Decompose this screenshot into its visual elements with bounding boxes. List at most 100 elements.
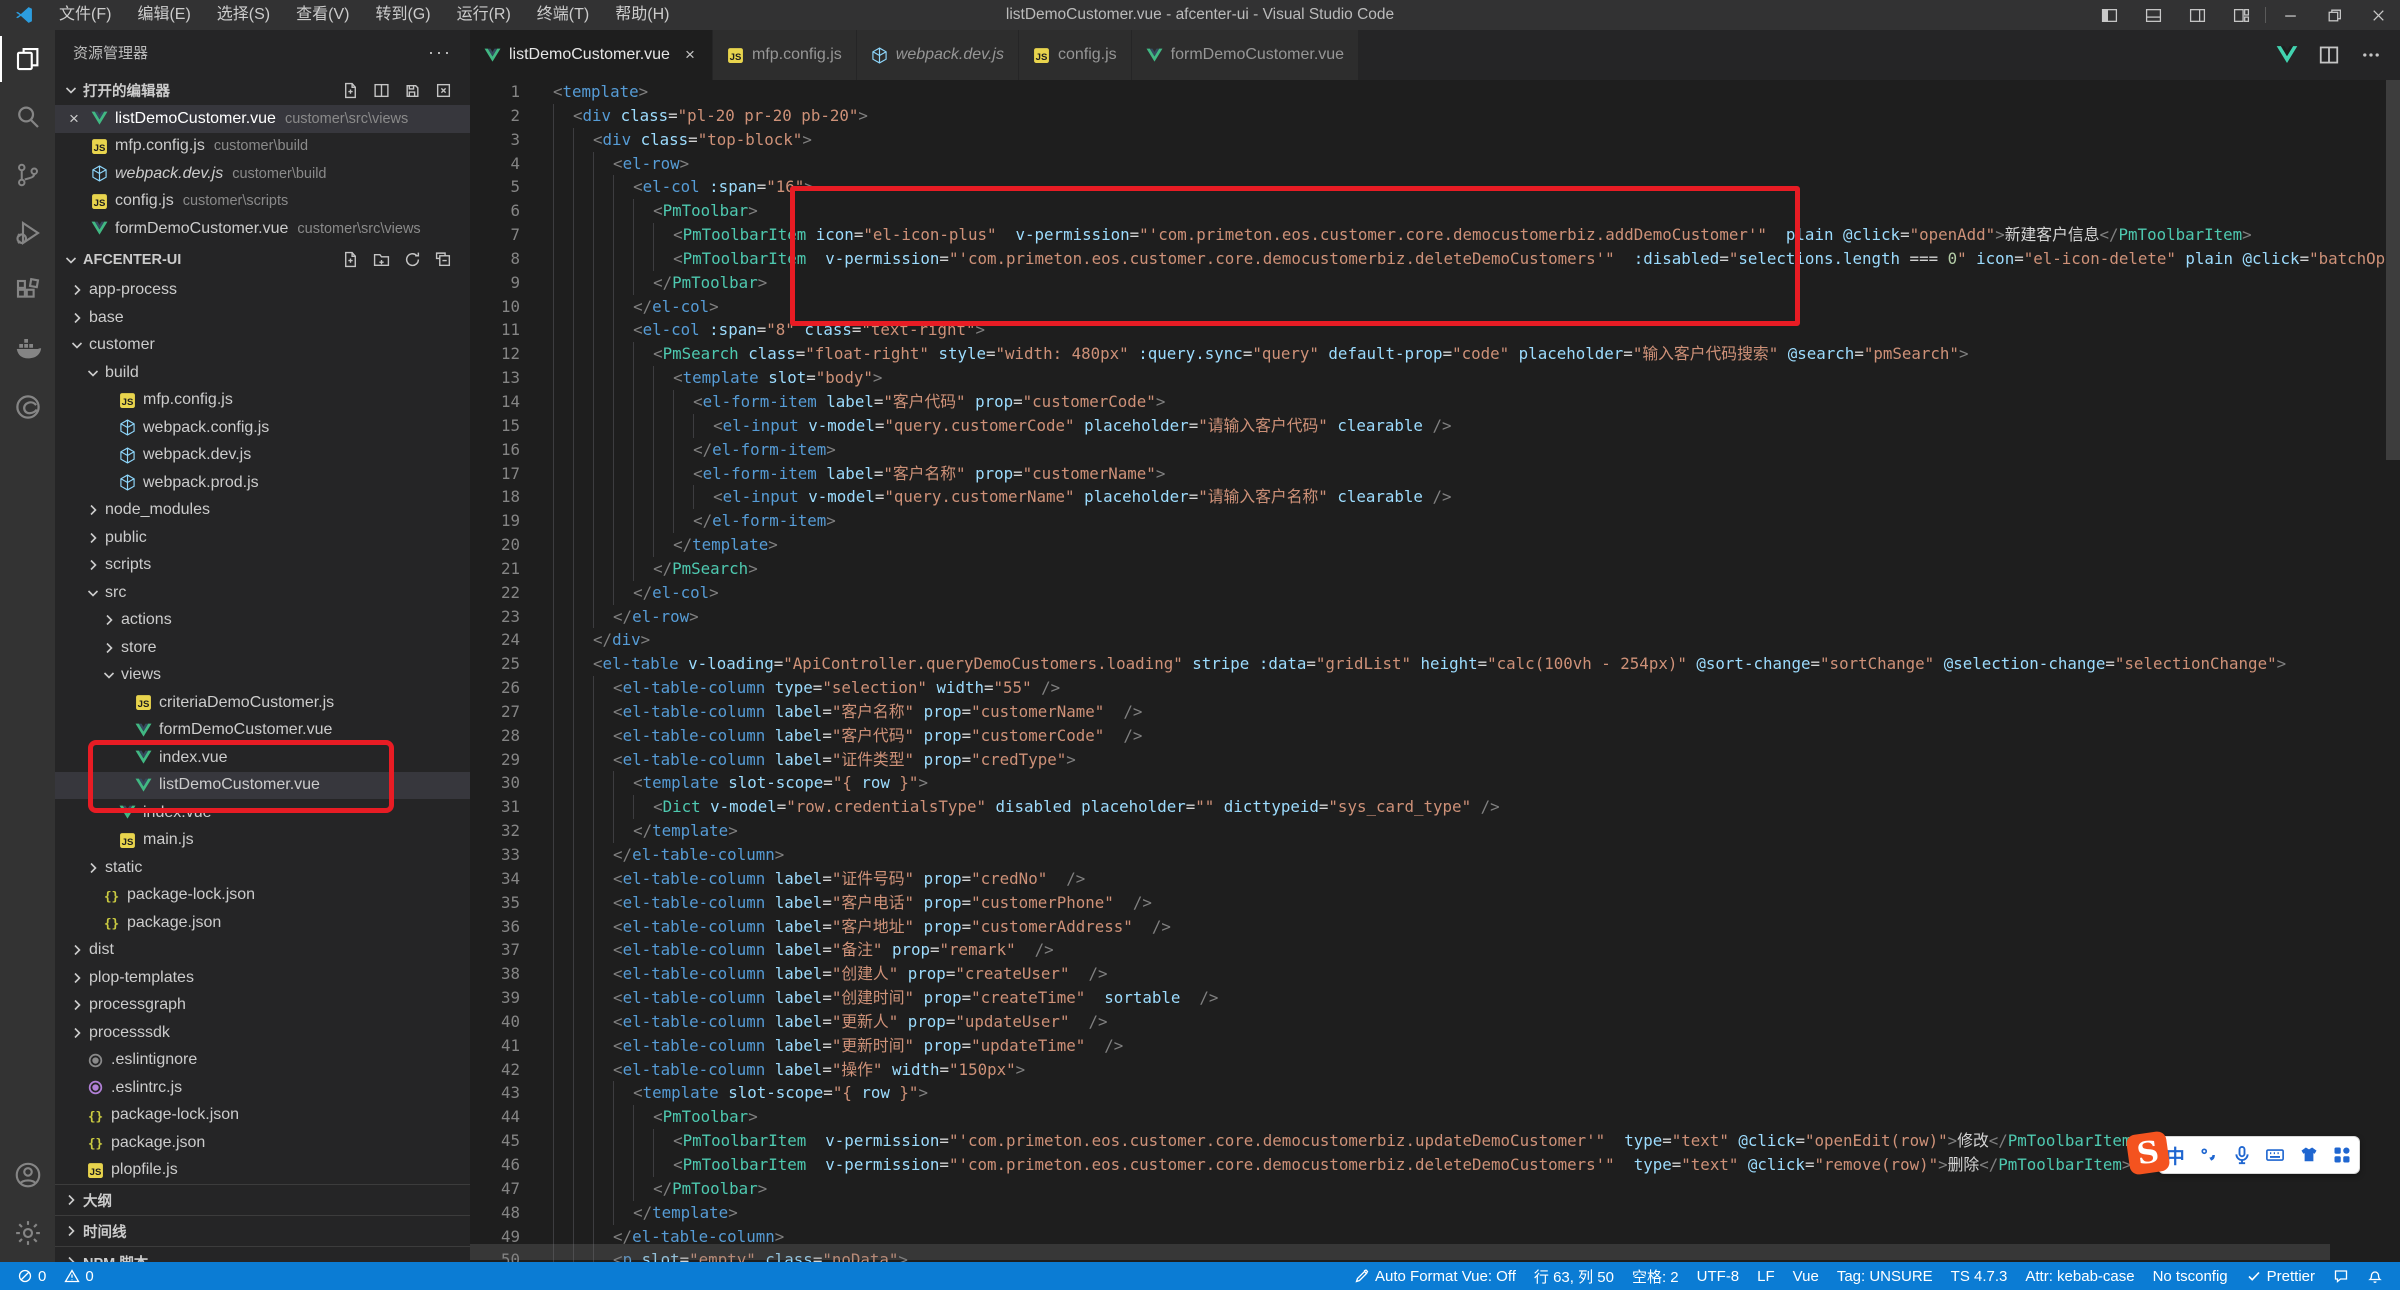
activity-files-icon[interactable]: [0, 30, 55, 88]
layout-custom-icon[interactable]: [2219, 0, 2263, 30]
code-line-15[interactable]: 15<el-input v-model="query.customerCode"…: [470, 414, 2400, 438]
code-line-45[interactable]: 45<PmToolbarItem v-permission="'com.prim…: [470, 1129, 2400, 1153]
vertical-scrollbar[interactable]: [2386, 80, 2400, 460]
tree-item-webpack.prod.js[interactable]: webpack.prod.js: [55, 469, 470, 497]
tree-item-app-process[interactable]: app-process: [55, 277, 470, 305]
code-line-46[interactable]: 46<PmToolbarItem v-permission="'com.prim…: [470, 1153, 2400, 1177]
code-line-26[interactable]: 26<el-table-column type="selection" widt…: [470, 676, 2400, 700]
code-line-12[interactable]: 12<PmSearch class="float-right" style="w…: [470, 342, 2400, 366]
toolbox-icon[interactable]: [2332, 1145, 2352, 1165]
tree-item-package-lock.json[interactable]: {}package-lock.json: [55, 1102, 470, 1130]
skin-icon[interactable]: [2299, 1145, 2319, 1165]
open-editor-listDemoCustomer.vue[interactable]: ×listDemoCustomer.vuecustomer\src\views: [55, 105, 470, 133]
tree-item-webpack.config.js[interactable]: webpack.config.js: [55, 414, 470, 442]
code-line-28[interactable]: 28<el-table-column label="客户代码" prop="cu…: [470, 724, 2400, 748]
new-file-icon[interactable]: [342, 82, 359, 99]
mic-icon[interactable]: [2232, 1145, 2252, 1165]
code-line-35[interactable]: 35<el-table-column label="客户电话" prop="cu…: [470, 891, 2400, 915]
explorer-more-actions-icon[interactable]: ···: [428, 42, 452, 63]
code-line-41[interactable]: 41<el-table-column label="更新时间" prop="up…: [470, 1034, 2400, 1058]
punctuation-icon[interactable]: [2198, 1145, 2218, 1165]
menu-item-7[interactable]: 帮助(H): [602, 0, 682, 30]
open-editor-mfp.config.js[interactable]: JSmfp.config.jscustomer\build: [55, 133, 470, 161]
statusbar-Vue[interactable]: Vue: [1784, 1268, 1828, 1285]
statusbar-空格-2[interactable]: 空格: 2: [1623, 1266, 1688, 1287]
menu-item-1[interactable]: 编辑(E): [124, 0, 203, 30]
code-line-16[interactable]: 16</el-form-item>: [470, 438, 2400, 462]
code-line-37[interactable]: 37<el-table-column label="备注" prop="rema…: [470, 938, 2400, 962]
tree-item-index.vue[interactable]: index.vue: [55, 799, 470, 827]
activity-run-debug-icon[interactable]: [0, 204, 55, 262]
tree-item-dist[interactable]: dist: [55, 937, 470, 965]
code-line-21[interactable]: 21</PmSearch>: [470, 557, 2400, 581]
new-file-icon[interactable]: [342, 251, 359, 268]
code-line-5[interactable]: 5<el-col :span="16">: [470, 175, 2400, 199]
menu-item-5[interactable]: 运行(R): [444, 0, 524, 30]
tree-item-criteriaDemoCustomer.js[interactable]: JScriteriaDemoCustomer.js: [55, 689, 470, 717]
tree-item-.eslintignore[interactable]: .eslintignore: [55, 1047, 470, 1075]
statusbar-LF[interactable]: LF: [1748, 1268, 1784, 1285]
code-line-1[interactable]: 1<template>: [470, 80, 2400, 104]
tree-item-src[interactable]: src: [55, 579, 470, 607]
tree-item-plopfile.js[interactable]: JSplopfile.js: [55, 1157, 470, 1185]
code-line-24[interactable]: 24</div>: [470, 628, 2400, 652]
code-line-40[interactable]: 40<el-table-column label="更新人" prop="upd…: [470, 1010, 2400, 1034]
activity-account-icon[interactable]: [0, 1146, 55, 1204]
code-line-36[interactable]: 36<el-table-column label="客户地址" prop="cu…: [470, 915, 2400, 939]
code-line-32[interactable]: 32</template>: [470, 819, 2400, 843]
code-line-27[interactable]: 27<el-table-column label="客户名称" prop="cu…: [470, 700, 2400, 724]
code-line-44[interactable]: 44<PmToolbar>: [470, 1105, 2400, 1129]
menu-item-6[interactable]: 终端(T): [524, 0, 602, 30]
close-tab-icon[interactable]: ×: [682, 45, 698, 65]
editor-layout-icon[interactable]: [373, 82, 390, 99]
section-NPM 脚本[interactable]: NPM 脚本: [55, 1246, 470, 1262]
code-line-14[interactable]: 14<el-form-item label="客户代码" prop="custo…: [470, 390, 2400, 414]
sogou-logo-icon[interactable]: S: [2125, 1130, 2170, 1175]
collapse-all-icon[interactable]: [435, 251, 452, 268]
menu-item-0[interactable]: 文件(F): [46, 0, 124, 30]
tab-formDemoCustomer.vue[interactable]: formDemoCustomer.vue: [1132, 30, 1359, 80]
statusbar-UTF-8[interactable]: UTF-8: [1688, 1268, 1749, 1285]
code-line-10[interactable]: 10</el-col>: [470, 295, 2400, 319]
keyboard-icon[interactable]: [2265, 1145, 2285, 1165]
code-line-23[interactable]: 23</el-row>: [470, 605, 2400, 629]
statusbar-bell-icon[interactable]: [2358, 1268, 2392, 1284]
restore-icon[interactable]: [2312, 0, 2356, 30]
activity-docker-icon[interactable]: [0, 320, 55, 378]
tree-item-formDemoCustomer.vue[interactable]: formDemoCustomer.vue: [55, 717, 470, 745]
statusbar-No-tsconfig[interactable]: No tsconfig: [2144, 1268, 2237, 1285]
code-line-29[interactable]: 29<el-table-column label="证件类型" prop="cr…: [470, 748, 2400, 772]
open-editor-webpack.dev.js[interactable]: webpack.dev.jscustomer\build: [55, 160, 470, 188]
activity-extensions-icon[interactable]: [0, 262, 55, 320]
tree-item-actions[interactable]: actions: [55, 607, 470, 635]
menu-item-3[interactable]: 查看(V): [283, 0, 362, 30]
menu-item-4[interactable]: 转到(G): [362, 0, 443, 30]
layout-right-icon[interactable]: [2175, 0, 2219, 30]
code-line-3[interactable]: 3<div class="top-block">: [470, 128, 2400, 152]
layout-panel-icon[interactable]: [2131, 0, 2175, 30]
tab-config.js[interactable]: JSconfig.js: [1019, 30, 1132, 80]
tree-item-store[interactable]: store: [55, 634, 470, 662]
activity-settings-gear-icon[interactable]: [0, 1204, 55, 1262]
code-line-38[interactable]: 38<el-table-column label="创建人" prop="cre…: [470, 962, 2400, 986]
tab-mfp.config.js[interactable]: JSmfp.config.js: [713, 30, 857, 80]
tree-item-plop-templates[interactable]: plop-templates: [55, 964, 470, 992]
activity-source-control-icon[interactable]: [0, 146, 55, 204]
code-editor[interactable]: 1<template>2<div class="pl-20 pr-20 pb-2…: [470, 80, 2400, 1262]
section-时间线[interactable]: 时间线: [55, 1215, 470, 1246]
tree-item-customer[interactable]: customer: [55, 332, 470, 360]
statusbar-TS-4-7-3[interactable]: TS 4.7.3: [1942, 1268, 2017, 1285]
code-line-2[interactable]: 2<div class="pl-20 pr-20 pb-20">: [470, 104, 2400, 128]
tree-item-main.js[interactable]: JSmain.js: [55, 827, 470, 855]
save-all-icon[interactable]: [404, 82, 421, 99]
tree-item-package.json[interactable]: {}package.json: [55, 909, 470, 937]
menu-item-2[interactable]: 选择(S): [204, 0, 283, 30]
tree-item-mfp.config.js[interactable]: JSmfp.config.js: [55, 387, 470, 415]
code-line-42[interactable]: 42<el-table-column label="操作" width="150…: [470, 1058, 2400, 1082]
project-section-header[interactable]: AFCENTER-UI: [55, 243, 470, 277]
code-line-11[interactable]: 11<el-col :span="8" class="text-right">: [470, 318, 2400, 342]
code-line-7[interactable]: 7<PmToolbarItem icon="el-icon-plus" v-pe…: [470, 223, 2400, 247]
statusbar-Attr-kebab-case[interactable]: Attr: kebab-case: [2016, 1268, 2143, 1285]
more-actions-icon[interactable]: [2360, 44, 2382, 66]
tree-item-listDemoCustomer.vue[interactable]: listDemoCustomer.vue: [55, 772, 470, 800]
